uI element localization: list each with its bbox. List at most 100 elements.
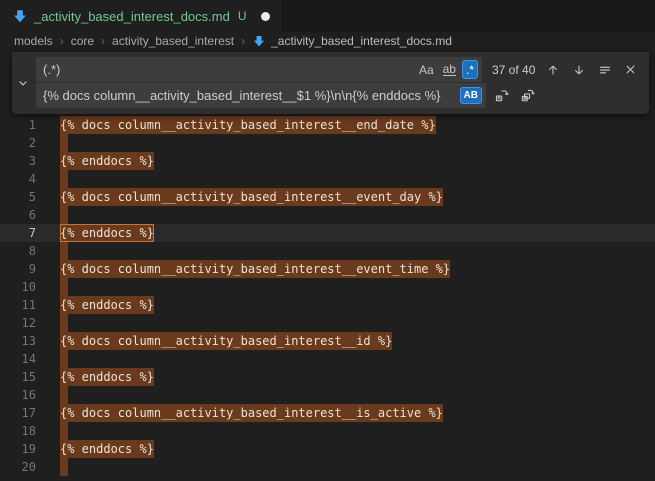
line-content: {% enddocs %} (60, 152, 154, 170)
code-line[interactable]: 7{% enddocs %} (0, 224, 655, 242)
find-replace-widget: (.*) Aa ab .* 37 of 40 (12, 52, 649, 114)
code-line[interactable]: 16 (0, 386, 655, 404)
search-value: (.*) (43, 62, 412, 77)
search-input[interactable]: (.*) Aa ab .* (36, 57, 482, 82)
find-row: (.*) Aa ab .* 37 of 40 (36, 57, 641, 82)
breadcrumb-separator-icon: › (101, 34, 105, 48)
code-line[interactable]: 2 (0, 134, 655, 152)
line-number: 19 (0, 440, 36, 458)
code-line[interactable]: 17 {% docs column__activity_based_interes… (0, 404, 655, 422)
code-line[interactable]: 12 (0, 314, 655, 332)
breadcrumb-item[interactable]: core (71, 34, 94, 48)
empty-match-highlight (60, 278, 68, 296)
find-match-highlight: {% enddocs %} (60, 152, 154, 170)
empty-match-highlight (60, 350, 68, 368)
breadcrumb-item[interactable]: activity_based_interest (112, 34, 234, 48)
git-status-badge: U (238, 9, 247, 23)
empty-match-highlight (60, 314, 68, 332)
match-case-button[interactable]: Aa (416, 60, 437, 79)
replace-one-button[interactable] (491, 85, 512, 106)
line-number: 2 (0, 134, 36, 152)
match-count: 37 of 40 (492, 63, 535, 77)
line-content: {% enddocs %} (60, 440, 154, 458)
code-line[interactable]: 9 {% docs column__activity_based_interest… (0, 260, 655, 278)
code-line[interactable]: 4 (0, 170, 655, 188)
code-line[interactable]: 19 {% enddocs %} (0, 440, 655, 458)
empty-match-highlight (60, 458, 68, 476)
code-line[interactable]: 14 (0, 350, 655, 368)
find-match-highlight: {% enddocs %} (60, 368, 154, 386)
next-match-button[interactable] (568, 59, 589, 80)
code-line[interactable]: 15 {% enddocs %} (0, 368, 655, 386)
tab-active-file[interactable]: _activity_based_interest_docs.md U (0, 0, 283, 32)
find-match-highlight: {% docs column__activity_based_interest_… (60, 116, 436, 134)
line-content: {% enddocs %} (60, 224, 154, 242)
find-match-highlight: {% enddocs %} (60, 440, 154, 458)
line-number: 8 (0, 242, 36, 260)
code-line[interactable]: 11 {% enddocs %} (0, 296, 655, 314)
line-content: {% enddocs %} (60, 296, 154, 314)
line-number: 6 (0, 206, 36, 224)
empty-match-highlight (60, 386, 68, 404)
code-line[interactable]: 5 {% docs column__activity_based_interest… (0, 188, 655, 206)
breadcrumb: models›core›activity_based_interest›_act… (0, 32, 655, 50)
find-match-highlight: {% docs column__activity_based_interest_… (60, 332, 392, 350)
use-regex-button[interactable]: .* (462, 60, 478, 79)
breadcrumb-item-file[interactable]: _activity_based_interest_docs.md (252, 34, 452, 48)
code-line[interactable]: 6 (0, 206, 655, 224)
code-line[interactable]: 3 {% enddocs %} (0, 152, 655, 170)
line-number: 17 (0, 404, 36, 422)
line-content: {% docs column__activity_based_interest_… (60, 332, 392, 350)
line-content (60, 386, 68, 404)
preserve-case-button[interactable]: AB (460, 87, 482, 104)
find-match-highlight: {% docs column__activity_based_interest_… (60, 260, 450, 278)
line-number: 16 (0, 386, 36, 404)
tab-bar: _activity_based_interest_docs.md U (0, 0, 655, 32)
replace-row: {% docs column__activity_based_interest_… (36, 83, 641, 108)
line-content (60, 134, 68, 152)
toggle-replace-chevron-icon[interactable] (14, 69, 32, 97)
code-line[interactable]: 1 {% docs column__activity_based_interest… (0, 116, 655, 134)
previous-match-button[interactable] (542, 59, 563, 80)
line-content (60, 458, 68, 476)
line-number: 14 (0, 350, 36, 368)
editor-pane: (.*) Aa ab .* 37 of 40 (0, 50, 655, 470)
line-content: {% docs column__activity_based_interest_… (60, 116, 436, 134)
line-number: 5 (0, 188, 36, 206)
breadcrumb-separator-icon: › (241, 34, 245, 48)
code-line[interactable]: 18 (0, 422, 655, 440)
code-line[interactable]: 8 (0, 242, 655, 260)
line-number: 18 (0, 422, 36, 440)
line-number: 12 (0, 314, 36, 332)
line-number: 15 (0, 368, 36, 386)
replace-value: {% docs column__activity_based_interest_… (43, 88, 456, 103)
line-content: {% docs column__activity_based_interest_… (60, 260, 450, 278)
code-line[interactable]: 13{% docs column__activity_based_interes… (0, 332, 655, 350)
line-content: {% docs column__activity_based_interest_… (60, 404, 443, 422)
line-content: {% docs column__activity_based_interest_… (60, 188, 443, 206)
close-find-widget-button[interactable] (620, 59, 641, 80)
find-in-selection-button[interactable] (594, 59, 615, 80)
empty-match-highlight (60, 422, 68, 440)
line-content (60, 422, 68, 440)
line-content (60, 314, 68, 332)
line-content (60, 242, 68, 260)
replace-all-button[interactable] (517, 85, 538, 106)
breadcrumb-item[interactable]: models (14, 34, 53, 48)
line-number: 3 (0, 152, 36, 170)
code-line[interactable]: 20 (0, 458, 655, 476)
replace-input[interactable]: {% docs column__activity_based_interest_… (36, 83, 486, 108)
line-number: 11 (0, 296, 36, 314)
line-content (60, 170, 68, 188)
line-number: 10 (0, 278, 36, 296)
breadcrumb-filename: _activity_based_interest_docs.md (271, 34, 452, 48)
line-number: 20 (0, 458, 36, 476)
whole-word-button[interactable]: ab (440, 60, 459, 79)
current-find-match: {% enddocs %} (60, 224, 154, 242)
code-line[interactable]: 10 (0, 278, 655, 296)
line-number: 9 (0, 260, 36, 278)
unsaved-changes-dot[interactable] (261, 12, 270, 21)
line-number: 1 (0, 116, 36, 134)
line-number: 4 (0, 170, 36, 188)
markdown-file-icon (252, 34, 266, 48)
